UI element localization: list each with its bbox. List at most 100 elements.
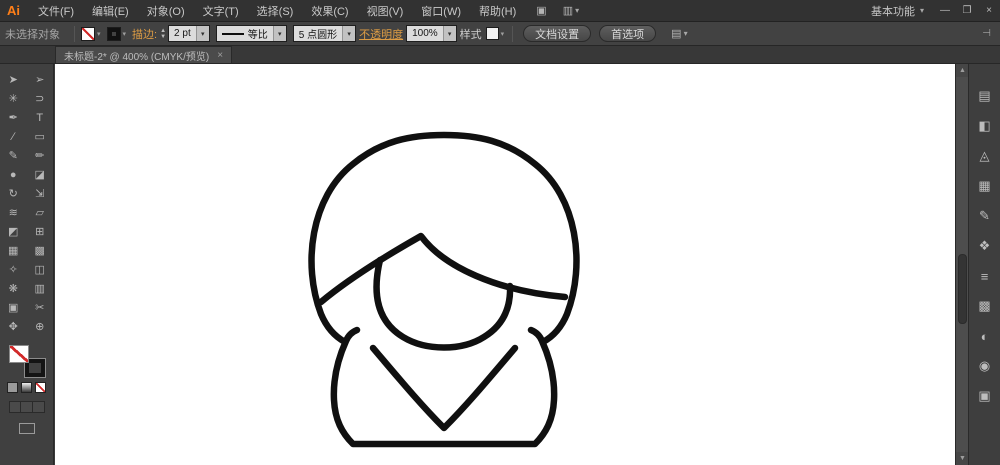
stroke-weight-stepper[interactable]: ▲ ▼: [160, 28, 166, 40]
selection-tool[interactable]: ➤: [0, 70, 27, 89]
collar-path[interactable]: [369, 344, 519, 432]
eraser-tool[interactable]: ◪: [27, 165, 54, 184]
width-tool[interactable]: ≋: [0, 203, 27, 222]
gradient-tool[interactable]: ▩: [27, 241, 54, 260]
fill-stroke-indicator[interactable]: [8, 345, 46, 378]
width-profile-combo[interactable]: 等比 ▾: [215, 25, 287, 42]
menu-select[interactable]: 选择(S): [248, 0, 303, 21]
rotate-tool[interactable]: ↻: [0, 184, 27, 203]
opacity-value: 100%: [412, 28, 438, 39]
menu-help[interactable]: 帮助(H): [470, 0, 525, 21]
face-path[interactable]: [373, 256, 514, 351]
lasso-tool[interactable]: ⊃: [27, 89, 54, 108]
slice-tool[interactable]: ✂: [27, 298, 54, 317]
separator: [512, 25, 514, 42]
zoom-tool[interactable]: ⊕: [27, 317, 54, 336]
restore-button[interactable]: ❐: [956, 0, 978, 21]
menu-effect[interactable]: 效果(C): [302, 0, 357, 21]
brushes-panel-icon[interactable]: ✎: [973, 204, 997, 228]
document-tab-title: 未标题-2* @ 400% (CMYK/预览): [64, 51, 210, 63]
menu-type[interactable]: 文字(T): [194, 0, 248, 21]
info-panel-icon[interactable]: ▤: [973, 84, 997, 108]
preferences-button[interactable]: 首选项: [599, 25, 657, 42]
fringe-path[interactable]: [317, 232, 569, 306]
minimize-button[interactable]: —: [934, 0, 956, 21]
line-segment-tool[interactable]: ∕: [0, 127, 27, 146]
right-panel-dock: ▤ ◧ ◬ ▦ ✎ ❖ ≡ ▩ ◐ ◉ ▣: [968, 64, 1000, 465]
pen-tool[interactable]: ✒: [0, 108, 27, 127]
none-button[interactable]: [35, 382, 46, 393]
pencil-tool[interactable]: ✏: [27, 146, 54, 165]
color-mode-buttons: [0, 382, 53, 393]
document-setup-button[interactable]: 文档设置: [523, 25, 592, 42]
symbols-panel-icon[interactable]: ❖: [973, 234, 997, 258]
rectangle-tool[interactable]: ▭: [27, 127, 54, 146]
vertical-scrollbar[interactable]: ▲ ▼: [955, 64, 969, 465]
color-guide-panel-icon[interactable]: ◬: [973, 144, 997, 168]
brush-definition-combo[interactable]: 5 点圆形 ▾: [292, 25, 357, 42]
artboard-tool[interactable]: ▣: [0, 298, 27, 317]
tab-close-icon[interactable]: ×: [217, 50, 223, 61]
close-button[interactable]: ×: [978, 0, 1000, 21]
stroke-black-swatch: [106, 26, 121, 41]
canvas[interactable]: [55, 64, 955, 465]
direct-selection-tool[interactable]: ➢: [27, 70, 54, 89]
style-swatch[interactable]: [485, 27, 499, 40]
opacity-combo[interactable]: 100% ▾: [406, 25, 457, 42]
workspace-switcher[interactable]: 基本功能 ▾: [861, 3, 934, 19]
selection-status: 未选择对象: [5, 28, 60, 41]
shape-builder-tool[interactable]: ◩: [0, 222, 27, 241]
paintbrush-tool[interactable]: ✎: [0, 146, 27, 165]
draw-behind-button[interactable]: [21, 402, 33, 412]
document-tab[interactable]: 未标题-2* @ 400% (CMYK/预览) ×: [55, 46, 233, 63]
stroke-panel-icon[interactable]: ≡: [973, 264, 997, 288]
scrollbar-thumb[interactable]: [958, 254, 967, 324]
blob-brush-tool[interactable]: ●: [0, 165, 27, 184]
scale-tool[interactable]: ⇲: [27, 184, 54, 203]
stroke-weight-combo[interactable]: 2 pt ▾: [168, 25, 210, 42]
swatches-panel-icon[interactable]: ▦: [973, 174, 997, 198]
menu-bar: Ai 文件(F) 编辑(E) 对象(O) 文字(T) 选择(S) 效果(C) 视图(V) 窗口…: [0, 0, 1000, 22]
menu-file[interactable]: 文件(F): [29, 0, 83, 21]
arrange-documents-button[interactable]: ▣: [531, 4, 551, 17]
menu-object[interactable]: 对象(O): [138, 0, 194, 21]
hand-tool[interactable]: ✥: [0, 317, 27, 336]
fill-color-swatch[interactable]: [8, 345, 29, 363]
document-layout-button[interactable]: ▥ ▾: [558, 4, 584, 17]
collapse-control-panel-icon[interactable]: ⊣: [973, 28, 1000, 39]
column-graph-tool[interactable]: ▥: [27, 279, 54, 298]
transparency-panel-icon[interactable]: ◐: [973, 324, 997, 348]
appearance-panel-icon[interactable]: ◉: [973, 354, 997, 378]
app-logo: Ai: [7, 3, 20, 18]
layers-panel-icon[interactable]: ▣: [973, 384, 997, 408]
color-button[interactable]: [7, 382, 18, 393]
draw-inside-button[interactable]: [33, 402, 44, 412]
screen-mode-button[interactable]: [18, 423, 35, 434]
blend-tool[interactable]: ◫: [27, 260, 54, 279]
fill-color-control[interactable]: ▾: [81, 26, 103, 41]
perspective-grid-tool[interactable]: ⊞: [27, 222, 54, 241]
draw-normal-button[interactable]: [10, 402, 22, 412]
window-controls: — ❐ ×: [934, 0, 1000, 21]
color-panel-icon[interactable]: ◧: [973, 114, 997, 138]
chevron-down-icon: ▾: [195, 26, 209, 41]
stroke-color-control[interactable]: ▾: [106, 26, 129, 41]
menu-view[interactable]: 视图(V): [358, 0, 413, 21]
opacity-panel-link[interactable]: 不透明度: [359, 26, 403, 42]
chevron-down-icon: ▾: [122, 30, 127, 38]
eyedropper-tool[interactable]: ✧: [0, 260, 27, 279]
stroke-panel-link[interactable]: 描边:: [132, 26, 157, 42]
gradient-button[interactable]: [21, 382, 32, 393]
mesh-tool[interactable]: ▦: [0, 241, 27, 260]
free-transform-tool[interactable]: ▱: [27, 203, 54, 222]
gradient-panel-icon[interactable]: ▩: [973, 294, 997, 318]
control-panel-menu-button[interactable]: ▤ ▾: [666, 27, 692, 40]
type-tool[interactable]: T: [27, 108, 54, 127]
menu-edit[interactable]: 编辑(E): [83, 0, 138, 21]
magic-wand-tool[interactable]: ✳: [0, 89, 27, 108]
arrange-documents-icon: ▣: [536, 5, 547, 17]
menu-window[interactable]: 窗口(W): [412, 0, 470, 21]
symbol-sprayer-tool[interactable]: ❋: [0, 279, 27, 298]
separator: [74, 25, 75, 42]
hair-outline-path[interactable]: [308, 131, 580, 346]
